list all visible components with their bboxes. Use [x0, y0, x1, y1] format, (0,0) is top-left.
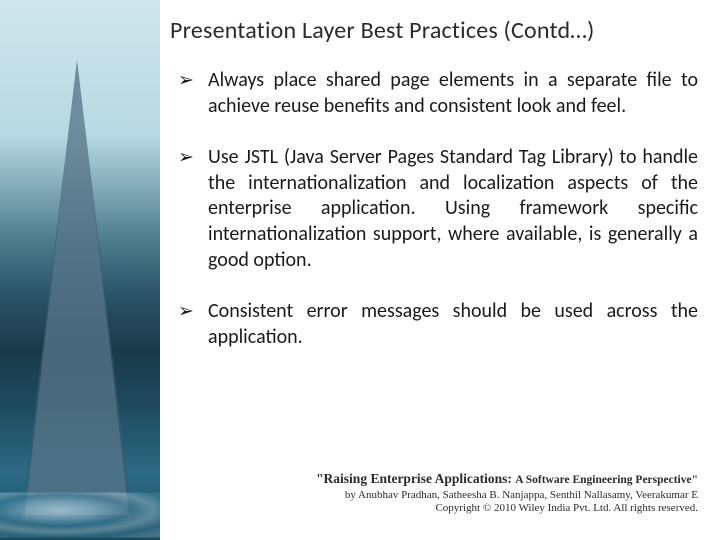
- book-title-sub: A Software Engineering Perspective": [515, 474, 698, 486]
- authors-line: by Anubhav Pradhan, Satheesha B. Nanjapp…: [178, 489, 698, 501]
- bullet-list: Always place shared page elements in a s…: [178, 68, 698, 376]
- footer: "Raising Enterprise Applications: A Soft…: [178, 471, 698, 514]
- copyright-line: Copyright © 2010 Wiley India Pvt. Ltd. A…: [178, 502, 698, 514]
- bullet-item: Use JSTL (Java Server Pages Standard Tag…: [178, 145, 698, 273]
- bullet-item: Consistent error messages should be used…: [178, 299, 698, 350]
- slide-title: Presentation Layer Best Practices (Contd…: [170, 16, 700, 45]
- book-title: "Raising Enterprise Applications: A Soft…: [178, 471, 698, 487]
- book-title-main: "Raising Enterprise Applications:: [316, 471, 515, 486]
- slide-content: Presentation Layer Best Practices (Contd…: [0, 0, 720, 540]
- bullet-item: Always place shared page elements in a s…: [178, 68, 698, 119]
